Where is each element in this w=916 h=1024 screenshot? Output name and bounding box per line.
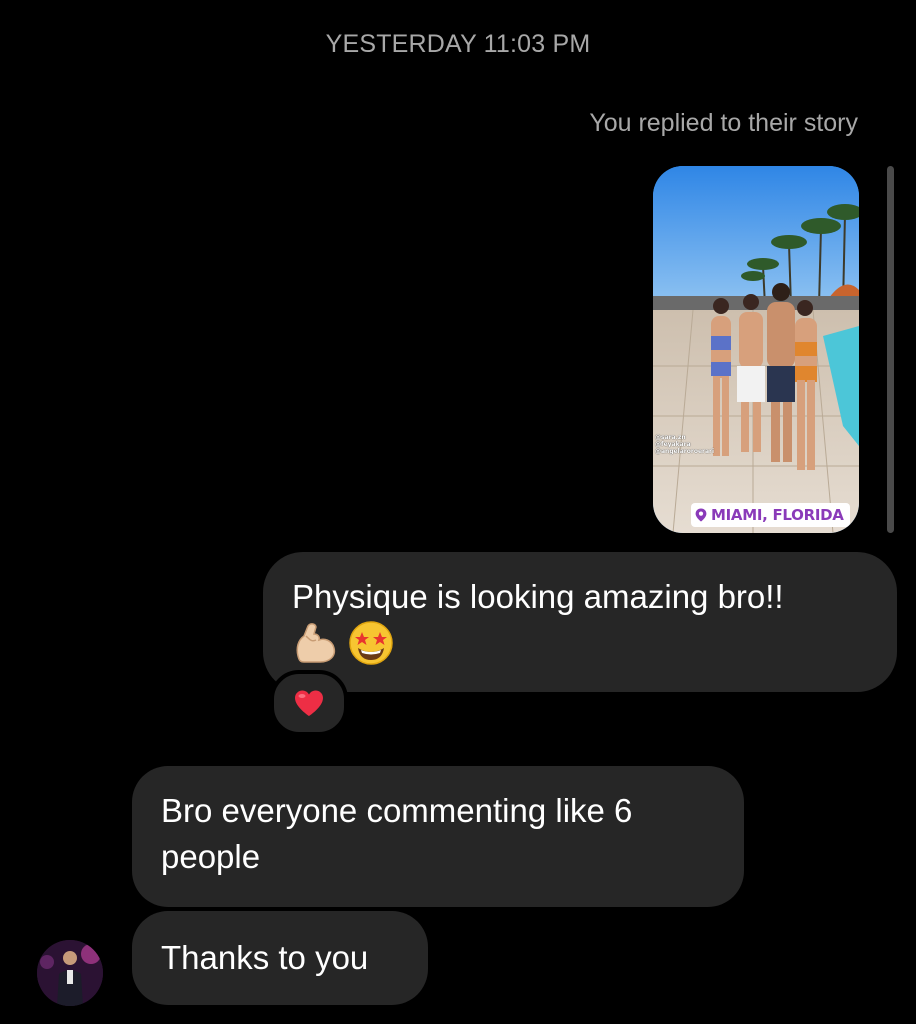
message-timestamp: YESTERDAY 11:03 PM: [325, 30, 591, 58]
story-preview[interactable]: @sara.zn @feyakara @angelaroroerari MIAM…: [653, 166, 859, 533]
received-message-bubble[interactable]: Bro everyone commenting like 6 people: [132, 766, 744, 907]
sent-message-bubble[interactable]: Physique is looking amazing bro!!: [263, 552, 897, 692]
mention-tag: @angelaroroerari: [655, 448, 715, 455]
mention-tag: @sara.zn: [655, 434, 686, 441]
story-mentions: @sara.zn @feyakara @angelaroroerari: [655, 434, 714, 455]
sent-message-emojis: [292, 620, 867, 666]
sent-message-text: Physique is looking amazing bro!!: [292, 578, 784, 615]
dm-thread: YESTERDAY 11:03 PM You replied to their …: [0, 0, 916, 1024]
received-message-text: Thanks to you: [161, 939, 369, 976]
received-message-bubble[interactable]: Thanks to you: [132, 911, 428, 1005]
avatar[interactable]: [37, 940, 103, 1006]
mention-tag: @feyakara: [655, 441, 691, 448]
scrollbar[interactable]: [887, 166, 894, 533]
story-photo: [653, 166, 859, 533]
location-pin-icon: [695, 508, 707, 522]
location-sticker: MIAMI, FLORIDA: [691, 503, 850, 527]
heart-emoji: [295, 690, 323, 716]
star-struck-emoji: [349, 621, 393, 665]
story-reply-note: You replied to their story: [589, 109, 858, 137]
message-reaction[interactable]: [270, 670, 348, 736]
avatar-photo: [37, 940, 103, 1006]
location-label: MIAMI, FLORIDA: [711, 506, 844, 524]
flexed-biceps-emoji: [296, 623, 336, 663]
received-message-text: Bro everyone commenting like 6 people: [161, 792, 633, 875]
